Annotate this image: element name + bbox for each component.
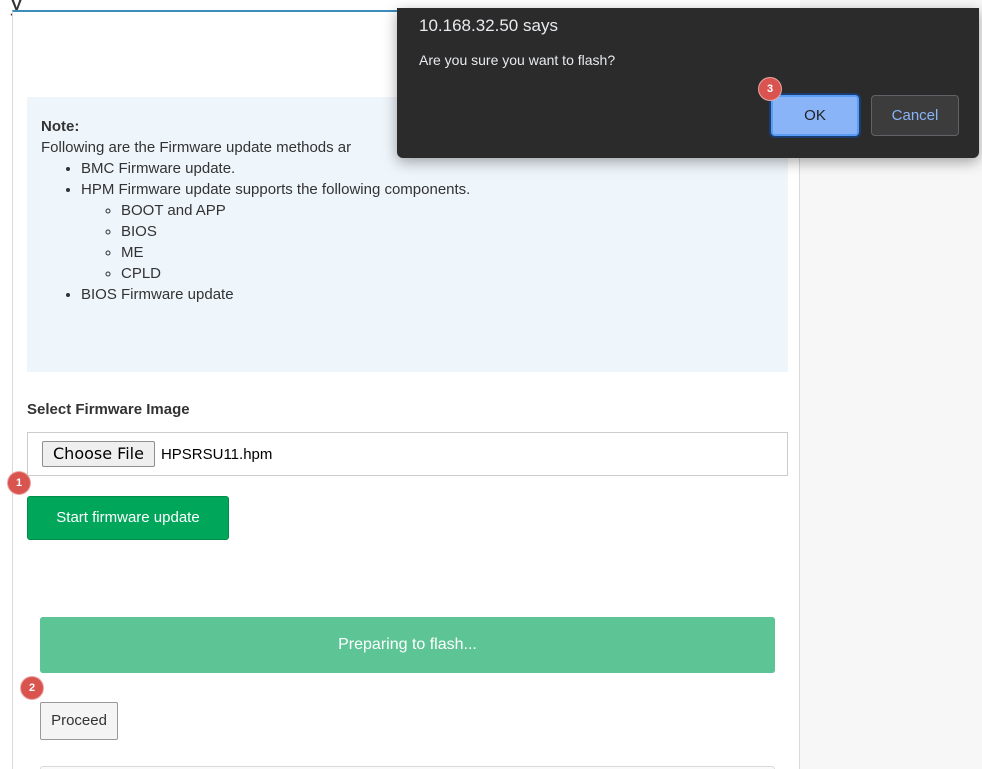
step-badge-3: 3	[759, 78, 781, 100]
dialog-cancel-button[interactable]: Cancel	[871, 95, 959, 136]
dialog-title: 10.168.32.50 says	[419, 16, 558, 35]
dialog-message: Are you sure you want to flash?	[419, 52, 616, 68]
hpm-component-me: ME	[121, 242, 774, 263]
choose-file-button[interactable]: Choose File	[42, 441, 155, 467]
firmware-file-input[interactable]: Choose File HPSRSU11.hpm	[27, 432, 788, 476]
firmware-update-page: y Note: Following are the Firmware updat…	[0, 0, 982, 769]
selected-file-name: HPSRSU11.hpm	[160, 445, 273, 463]
hpm-component-cpld: CPLD	[121, 263, 774, 284]
step-badge-2: 2	[21, 677, 43, 699]
update-methods-list: BMC Firmware update. HPM Firmware update…	[41, 158, 774, 305]
dialog-ok-button[interactable]: OK	[771, 95, 859, 136]
method-hpm: HPM Firmware update supports the followi…	[81, 179, 774, 284]
confirm-dialog: 10.168.32.50 says Are you sure you want …	[397, 8, 979, 158]
flash-progress-bar: Preparing to flash...	[40, 617, 775, 673]
step-badge-1: 1	[8, 472, 30, 494]
start-firmware-update-button[interactable]: Start firmware update	[27, 496, 229, 540]
hpm-component-bios: BIOS	[121, 221, 774, 242]
method-bios: BIOS Firmware update	[81, 284, 774, 305]
method-hpm-label: HPM Firmware update supports the followi…	[81, 181, 471, 198]
hpm-components-list: BOOT and APP BIOS ME CPLD	[81, 200, 774, 284]
method-bmc: BMC Firmware update.	[81, 158, 774, 179]
proceed-button[interactable]: Proceed	[40, 702, 118, 740]
flash-progress-text: Preparing to flash...	[338, 636, 477, 653]
hpm-component-boot-app: BOOT and APP	[121, 200, 774, 221]
select-firmware-label: Select Firmware Image	[27, 401, 190, 418]
